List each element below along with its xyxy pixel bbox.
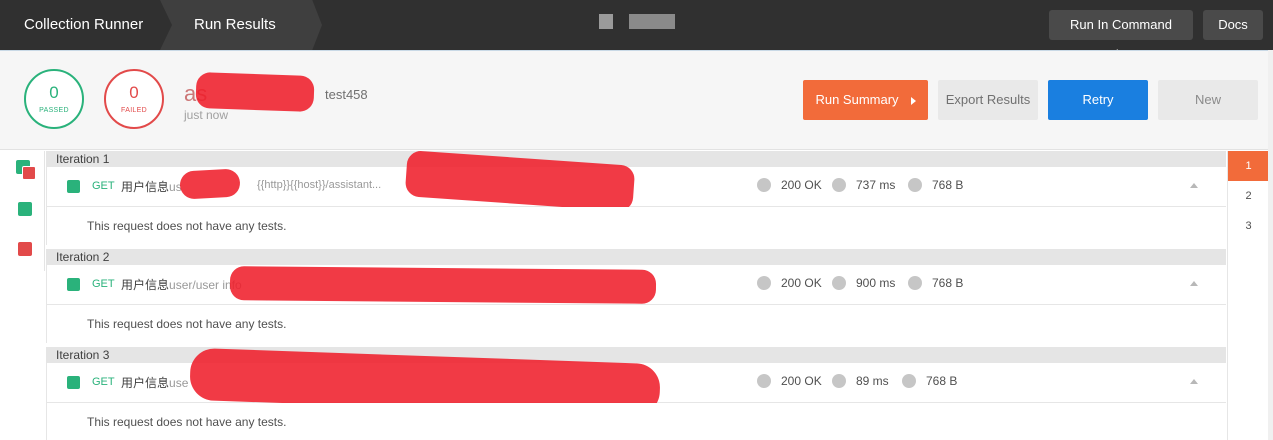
new-button[interactable]: New [1158,80,1258,120]
failed-count: 0 [129,83,139,102]
iteration-navigator: 1 2 3 [1227,151,1269,440]
collapse-icon[interactable] [1190,281,1198,286]
iteration-header: Iteration 1 [46,151,1226,167]
run-timestamp: just now [184,108,229,122]
request-pass-indicator [67,180,80,193]
time-icon [832,374,846,388]
request-method: GET [92,180,115,192]
tests-message: This request does not have any tests. [46,305,1226,343]
request-method: GET [92,278,115,290]
docs-button[interactable]: Docs [1203,10,1263,40]
request-name: 用户信息us [121,178,182,195]
top-bar: Collection Runner Run Results Run In Com… [0,0,1273,62]
redaction-mark [195,71,315,113]
passed-filter-icon[interactable] [18,202,32,216]
iteration-header: Iteration 2 [46,249,1226,265]
run-summary-label: Run Summary [815,92,899,107]
blurred-title-block [629,14,675,29]
response-status: 200 OK [757,374,822,388]
request-method: GET [92,376,115,388]
breadcrumb-collection-runner[interactable]: Collection Runner [0,0,168,50]
passed-label: PASSED [39,107,69,114]
request-url: {{http}}{{host}}/assistant... [257,179,382,191]
window-edge [1268,50,1273,440]
request-name: 用户信息use [121,374,188,391]
time-value: 900 ms [856,276,896,290]
failed-label: FAILED [121,107,147,114]
redaction-mark [229,266,657,304]
time-value: 89 ms [856,374,889,388]
status-code: 200 OK [781,374,822,388]
size-value: 768 B [932,276,964,290]
blurred-title-block [599,14,613,29]
request-name-text: 用户信息 [121,180,170,194]
status-code: 200 OK [781,276,822,290]
request-pass-indicator [67,278,80,291]
size-icon [908,276,922,290]
time-value: 737 ms [856,178,896,192]
all-status-icon-overlay [22,166,36,180]
response-status: 200 OK [757,178,822,192]
collapse-icon[interactable] [1190,183,1198,188]
iteration-nav-item[interactable]: 3 [1228,211,1269,241]
run-in-command-line-button[interactable]: Run In Command Line [1049,10,1193,62]
environment-name: test458 [325,87,368,102]
request-name-text: 用户信息 [121,278,170,292]
failed-counter: 0 FAILED [104,69,164,129]
time-icon [832,276,846,290]
tests-message: This request does not have any tests. [46,403,1226,440]
run-summary-header: 0 PASSED 0 FAILED as test458 just now Ru… [0,50,1273,150]
retry-button[interactable]: Retry [1048,80,1148,120]
status-filter-rail [5,151,45,271]
status-code: 200 OK [781,178,822,192]
redaction-mark [179,168,241,200]
request-pass-indicator [67,376,80,389]
size-icon [908,178,922,192]
passed-counter: 0 PASSED [24,69,84,129]
status-icon [757,374,771,388]
size-value: 768 B [926,374,958,388]
size-icon [902,374,916,388]
tests-message: This request does not have any tests. [46,207,1226,245]
failed-filter-icon[interactable] [18,242,32,256]
response-size: 768 B [902,374,957,388]
request-name: 用户信息user/user info [121,276,242,293]
status-icon [757,276,771,290]
response-time: 89 ms [832,374,889,388]
breadcrumb-run-results[interactable]: Run Results [160,0,322,50]
response-time: 737 ms [832,178,895,192]
response-size: 768 B [908,276,963,290]
response-time: 900 ms [832,276,895,290]
status-icon [757,178,771,192]
iteration-nav-item[interactable]: 1 [1228,151,1269,181]
response-status: 200 OK [757,276,822,290]
iteration-nav-item[interactable]: 2 [1228,181,1269,211]
collapse-icon[interactable] [1190,379,1198,384]
passed-count: 0 [49,83,59,102]
time-icon [832,178,846,192]
caret-right-icon [910,96,916,105]
export-results-button[interactable]: Export Results [938,80,1038,120]
request-name-text: 用户信息 [121,376,170,390]
request-path: use [169,376,189,390]
run-summary-button[interactable]: Run Summary [803,80,928,120]
response-size: 768 B [908,178,963,192]
size-value: 768 B [932,178,964,192]
